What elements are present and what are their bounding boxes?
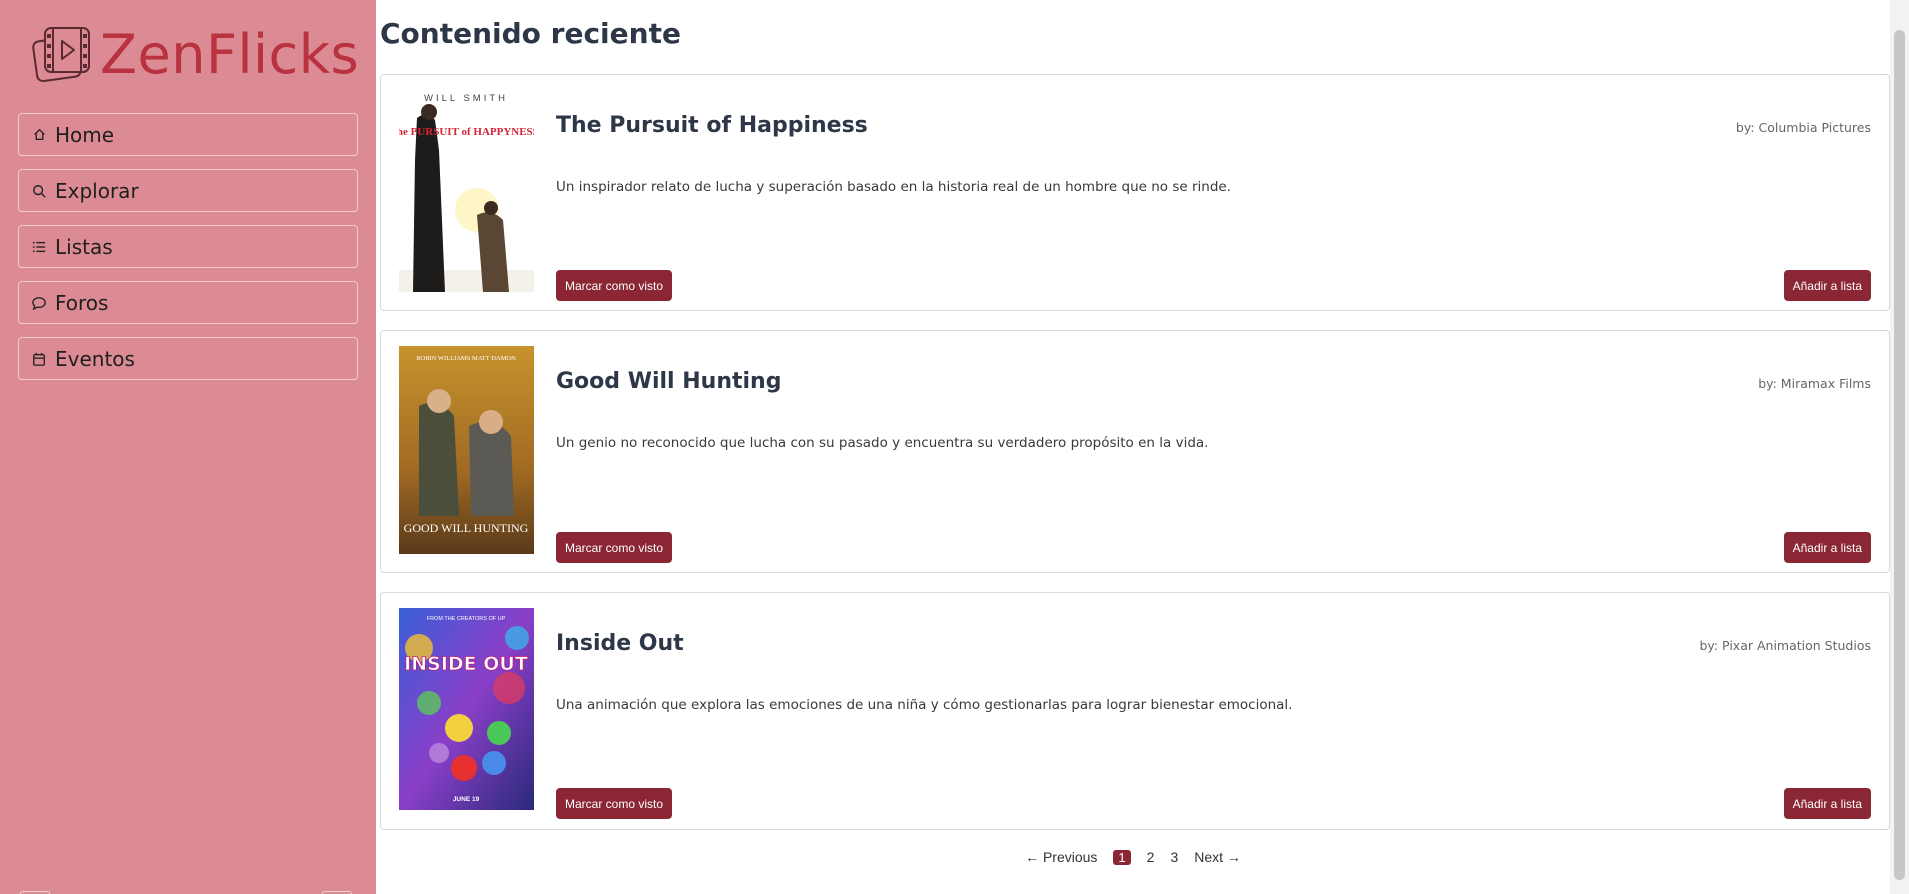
pagination-page-1[interactable]: 1 [1113,849,1131,865]
sidebar-item-foros[interactable]: Foros [18,281,358,324]
card-title[interactable]: The Pursuit of Happiness [556,113,868,138]
poster-date-text: JUNE 19 [453,796,480,803]
card-description: Un genio no reconocido que lucha con su … [556,435,1209,451]
logo[interactable]: ZenFlicks [32,22,359,88]
poster-title-text: GOOD WILL HUNTING [404,521,529,535]
calendar-icon [31,351,47,367]
page-title: Contenido reciente [380,17,681,50]
card-description: Un inspirador relato de lucha y superaci… [556,179,1231,195]
card-title[interactable]: Inside Out [556,631,684,656]
card-studio: by: Columbia Pictures [1735,120,1871,135]
sidebar-item-label: Explorar [55,178,139,203]
poster-top-text: WILL SMITH [424,93,508,104]
add-to-list-button[interactable]: Añadir a lista [1783,532,1871,563]
list-icon [31,239,47,255]
main-content: Contenido reciente WILL SMITH the PURSUI… [376,0,1890,894]
sidebar-item-label: Foros [55,290,109,315]
vertical-scrollbar[interactable] [1890,0,1909,894]
movie-poster[interactable]: ROBIN WILLIAMS MATT DAMON GOOD WILL HUNT… [399,346,534,554]
pagination: ← Previous 1 2 3 Next → [376,849,1890,865]
sidebar-item-label: Home [55,122,115,147]
sidebar-nav: Home Explorar Listas Foros Eventos [18,113,358,393]
card-studio: by: Pixar Animation Studios [1699,638,1871,653]
pagination-page-2[interactable]: 2 [1147,849,1155,865]
poster-title-text: INSIDE OUT [404,653,528,675]
card-title[interactable]: Good Will Hunting [556,369,781,394]
content-card: ROBIN WILLIAMS MATT DAMON GOOD WILL HUNT… [380,330,1890,573]
card-studio: by: Miramax Films [1758,376,1871,391]
sidebar-item-listas[interactable]: Listas [18,225,358,268]
card-description: Una animación que explora las emociones … [556,697,1293,713]
add-to-list-button[interactable]: Añadir a lista [1783,788,1871,819]
film-logo-icon [32,27,90,83]
logo-text: ZenFlicks [100,23,360,86]
poster-top-text: FROM THE CREATORS OF UP [427,616,506,622]
pagination-previous[interactable]: ← Previous [1025,849,1097,865]
mark-seen-button[interactable]: Marcar como visto [556,788,673,819]
add-to-list-button[interactable]: Añadir a lista [1783,270,1871,301]
poster-title-text: the PURSUIT of HAPPYNESS [399,126,534,138]
pagination-page-3[interactable]: 3 [1170,849,1178,865]
content-card: WILL SMITH the PURSUIT of HAPPYNESS The … [380,74,1890,311]
search-icon [31,183,47,199]
movie-poster[interactable]: WILL SMITH the PURSUIT of HAPPYNESS [399,90,534,292]
content-card: FROM THE CREATORS OF UP INSIDE OUT JUNE … [380,592,1890,830]
poster-top-text: ROBIN WILLIAMS MATT DAMON [416,355,516,362]
mark-seen-button[interactable]: Marcar como visto [556,532,673,563]
chat-icon [31,295,47,311]
sidebar-item-explorar[interactable]: Explorar [18,169,358,212]
sidebar-item-home[interactable]: Home [18,113,358,156]
sidebar-item-eventos[interactable]: Eventos [18,337,358,380]
scrollbar-thumb[interactable] [1894,30,1905,880]
home-icon [31,127,47,143]
sidebar: ZenFlicks Home Explorar Listas Foros Eve… [0,0,376,894]
pagination-next[interactable]: Next → [1194,849,1241,865]
movie-poster[interactable]: FROM THE CREATORS OF UP INSIDE OUT JUNE … [399,608,534,810]
sidebar-item-label: Listas [55,234,113,259]
mark-seen-button[interactable]: Marcar como visto [556,270,673,301]
sidebar-item-label: Eventos [55,346,135,371]
